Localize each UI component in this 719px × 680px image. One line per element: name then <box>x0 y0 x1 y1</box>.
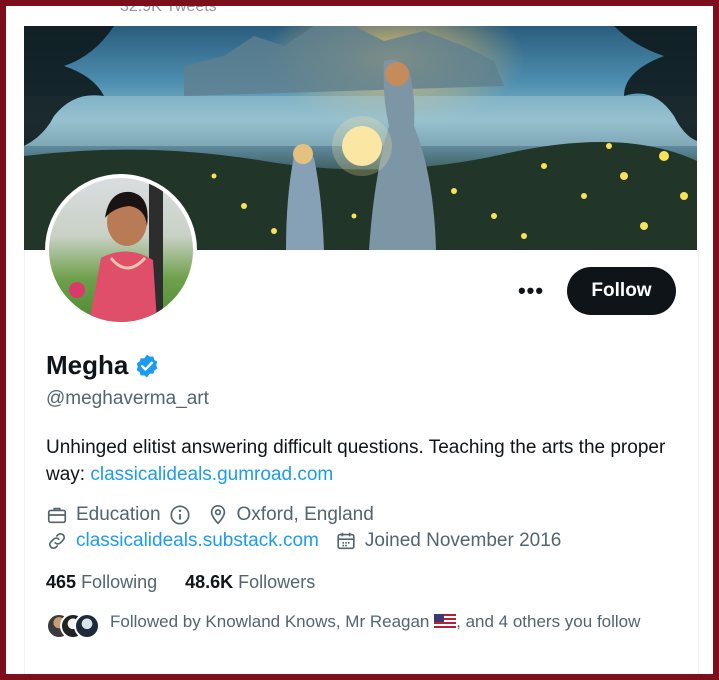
followed-by-text: Followed by Knowland Knows, Mr Reagan , … <box>110 611 650 633</box>
category-item: Education <box>46 504 191 526</box>
profile-stats: 465 Following 48.6K Followers <box>46 572 315 593</box>
info-icon[interactable] <box>169 504 191 526</box>
profile-avatar[interactable] <box>45 174 197 326</box>
profile-meta-row-1: Education Oxford, England <box>46 504 390 526</box>
followed-by-suffix: , and 4 others you follow <box>456 612 641 631</box>
profile-bio: Unhinged elitist answering difficult que… <box>46 434 686 488</box>
followers-count: 48.6K <box>185 572 234 592</box>
joined-item: Joined November 2016 <box>335 530 561 552</box>
calendar-icon <box>337 532 355 550</box>
location-label: Oxford, England <box>236 504 374 525</box>
following-count: 465 <box>46 572 77 592</box>
location-item: Oxford, England <box>207 504 374 526</box>
more-options-button[interactable]: ••• <box>511 271 551 311</box>
location-pin-icon <box>210 505 225 525</box>
link-icon <box>48 532 66 550</box>
website-link[interactable]: classicalideals.substack.com <box>76 530 319 552</box>
profile-name-row: Megha <box>46 350 160 381</box>
verified-badge-icon[interactable] <box>134 353 160 379</box>
profile-meta-row-2: classicalideals.substack.com Joined Nove… <box>46 530 577 552</box>
following-label: Following <box>81 572 158 592</box>
category-label: Education <box>76 504 161 525</box>
profile-handle: @meghaverma_art <box>46 388 209 409</box>
avatar-photo <box>49 178 193 322</box>
website-item: classicalideals.substack.com <box>46 530 319 552</box>
joined-label: Joined November 2016 <box>364 530 562 551</box>
us-flag-icon <box>434 614 457 628</box>
followers-label: Followers <box>238 572 316 592</box>
briefcase-icon <box>47 507 67 524</box>
followers-you-know-avatars <box>46 613 100 639</box>
profile-name: Megha <box>46 350 129 380</box>
bio-link[interactable]: classicalideals.gumroad.com <box>90 464 333 485</box>
mini-avatar <box>74 613 100 639</box>
follow-button[interactable]: Follow <box>567 267 676 315</box>
followers-link[interactable]: 48.6K Followers <box>185 572 315 593</box>
followed-by-prefix: Followed by Knowland Knows, Mr Reagan <box>110 612 435 631</box>
profile-frame: 32.9K Tweets ••• Follow Megha @meghaverm… <box>6 6 713 674</box>
followed-by[interactable]: Followed by Knowland Knows, Mr Reagan , … <box>46 611 650 639</box>
following-link[interactable]: 465 Following <box>46 572 157 593</box>
tweets-count: 32.9K Tweets <box>120 6 217 15</box>
